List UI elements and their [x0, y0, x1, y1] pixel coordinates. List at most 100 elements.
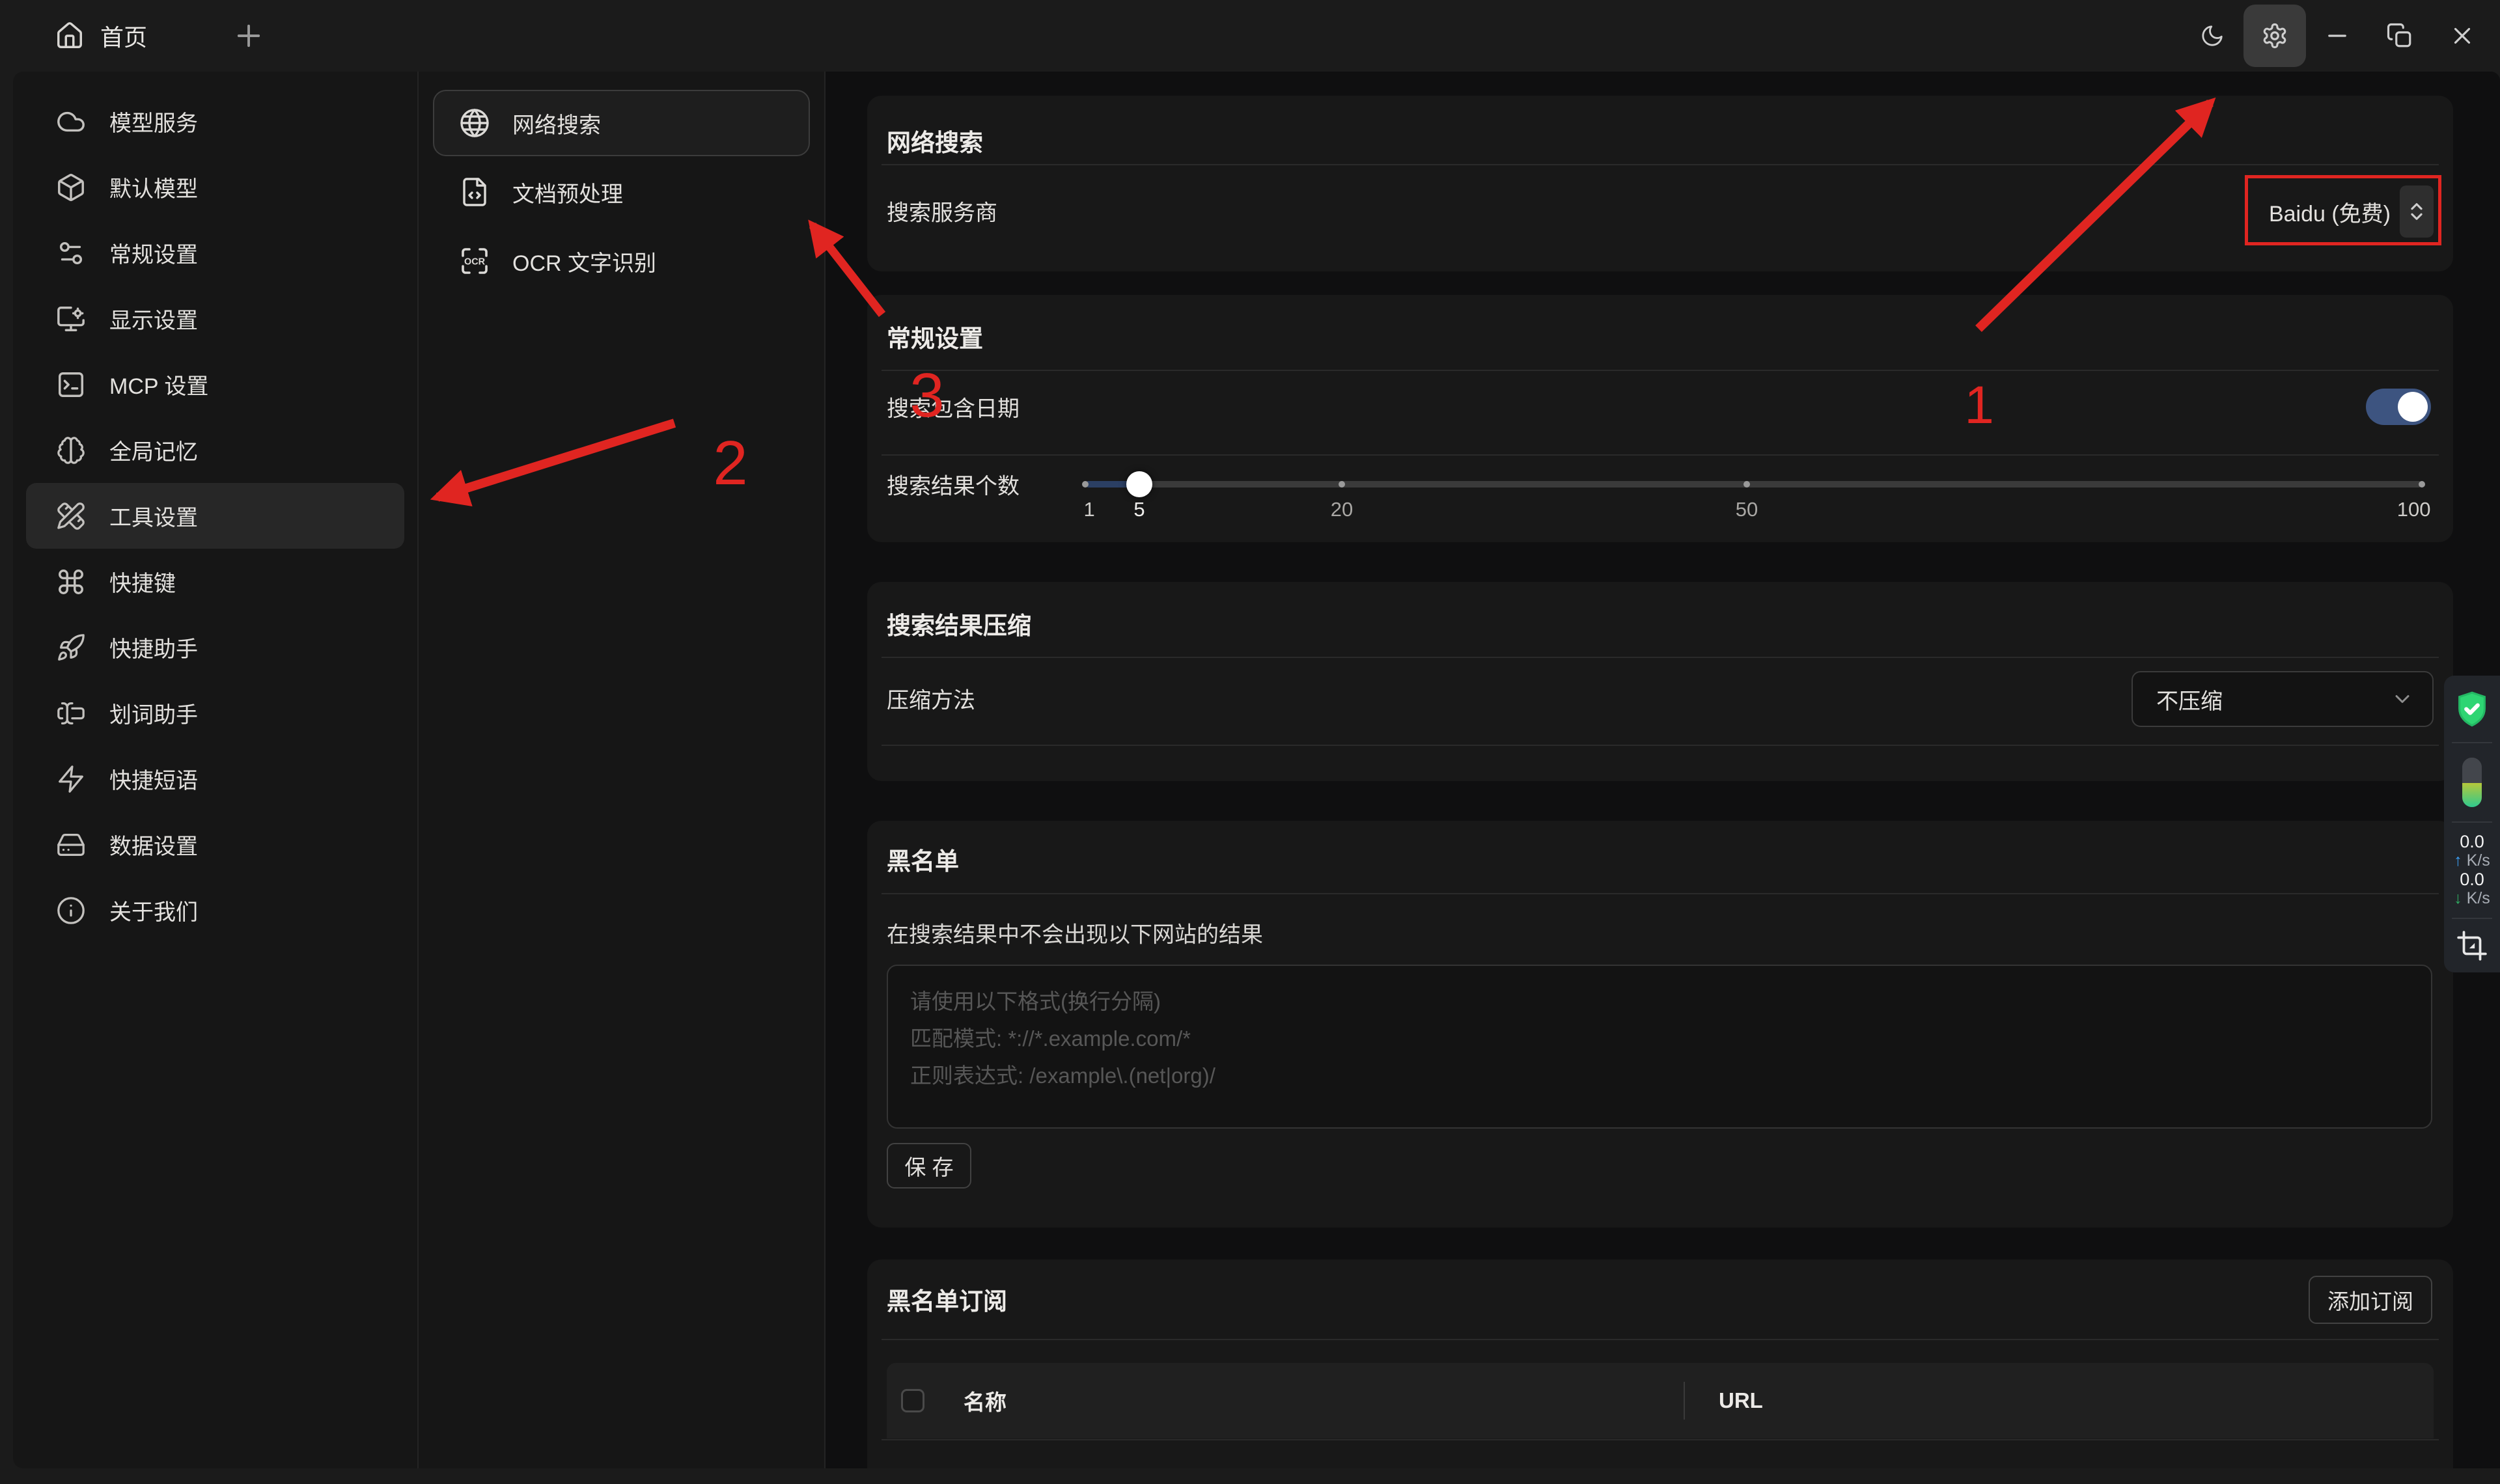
sidebar-item-general-settings[interactable]: 常规设置: [26, 220, 404, 286]
slider-mark: [1339, 481, 1345, 488]
subscription-table-header: 名称 URL: [887, 1363, 2434, 1438]
blacklist-description: 在搜索结果中不会出现以下网站的结果: [887, 917, 1263, 949]
moon-icon: [2200, 23, 2225, 48]
tab-home[interactable]: 首页: [55, 19, 147, 53]
toggle-knob: [2398, 392, 2428, 422]
sidebar-item-shortcuts[interactable]: 快捷键: [26, 549, 404, 614]
card-title: 网络搜索: [887, 123, 983, 158]
close-icon: [2449, 22, 2476, 49]
provider-label: 搜索服务商: [887, 195, 997, 227]
gear-icon: [2261, 22, 2288, 49]
add-subscription-button[interactable]: 添加订阅: [2309, 1276, 2432, 1324]
cloud-icon: [56, 107, 86, 137]
sliders-icon: [56, 238, 86, 268]
provider-select[interactable]: Baidu (免费): [2269, 184, 2434, 239]
card-title: 搜索结果压缩: [887, 606, 1031, 641]
sidebar-item-label: 默认模型: [109, 171, 198, 203]
upload-speed-value: 0.0: [2454, 832, 2490, 851]
gauge-level: [2462, 783, 2482, 806]
include-date-toggle[interactable]: [2366, 389, 2431, 425]
sidebar-item-label: 关于我们: [109, 894, 198, 926]
tools-icon: [56, 501, 86, 531]
card-title: 常规设置: [887, 319, 983, 354]
web-search-card: 网络搜索 搜索服务商 Baidu (免费): [867, 96, 2453, 271]
minimize-button[interactable]: [2306, 5, 2368, 67]
download-speed-unit: K/s: [2467, 889, 2490, 907]
subsidebar-item-web-search[interactable]: 网络搜索: [433, 90, 810, 156]
slider-thumb[interactable]: [1126, 471, 1152, 497]
save-button[interactable]: 保 存: [887, 1143, 971, 1189]
result-count-slider[interactable]: 1 5 20 50 100: [1085, 481, 2422, 488]
slider-mark: [1743, 481, 1750, 488]
slider-tick-label: 100: [2397, 498, 2431, 521]
blacklist-textarea[interactable]: [887, 965, 2432, 1129]
brain-icon: [56, 435, 86, 465]
settings-button[interactable]: [2243, 5, 2306, 67]
sidebar-item-default-models[interactable]: 默认模型: [26, 154, 404, 220]
card-title: 黑名单订阅: [887, 1282, 1007, 1317]
sidebar-item-data-settings[interactable]: 数据设置: [26, 812, 404, 877]
globe-icon: [459, 107, 490, 139]
divider: [882, 745, 2439, 746]
sidebar-item-label: 快捷短语: [109, 763, 198, 795]
divider: [882, 657, 2439, 658]
zap-icon: [56, 764, 86, 794]
sidebar-item-mcp-settings[interactable]: MCP 设置: [26, 351, 404, 417]
subsidebar-item-ocr[interactable]: OCROCR 文字识别: [433, 228, 810, 294]
general-settings-card: 常规设置 搜索包含日期 搜索结果个数 1 5 20 50 100: [867, 295, 2453, 542]
theme-toggle-button[interactable]: [2181, 5, 2243, 67]
sidebar-item-label: 快捷键: [109, 566, 176, 598]
gauge-empty: [2462, 758, 2482, 783]
sidebar-item-display-settings[interactable]: 显示设置: [26, 286, 404, 351]
monitor-gear-icon: [56, 304, 86, 334]
slider-tick-label: 20: [1331, 498, 1353, 521]
terminal-icon: [56, 370, 86, 400]
new-tab-button[interactable]: [232, 19, 266, 53]
close-button[interactable]: [2431, 5, 2493, 67]
tab-home-label: 首页: [100, 19, 147, 53]
restore-icon: [2386, 22, 2413, 49]
info-icon: [56, 896, 86, 926]
subsidebar-item-label: OCR 文字识别: [512, 245, 656, 277]
sidebar-item-quick-phrases[interactable]: 快捷短语: [26, 746, 404, 812]
select-all-checkbox[interactable]: [901, 1389, 924, 1412]
maximize-button[interactable]: [2368, 5, 2431, 67]
subsidebar-item-document-preprocess[interactable]: 文档预处理: [433, 159, 810, 225]
sidebar-item-quick-assistant[interactable]: 快捷助手: [26, 614, 404, 680]
column-separator: [1684, 1382, 1685, 1420]
screenshot-crop-icon[interactable]: [2456, 929, 2488, 962]
file-code-icon: [459, 176, 490, 208]
sidebar-item-selection-assistant[interactable]: 划词助手: [26, 680, 404, 746]
divider: [882, 370, 2439, 371]
minimize-icon: [2324, 22, 2351, 49]
sidebar-item-label: 模型服务: [109, 105, 198, 137]
slider-mark: [1082, 481, 1089, 488]
sidebar-item-about-us[interactable]: 关于我们: [26, 877, 404, 943]
chevron-down-icon: [2391, 687, 2414, 711]
compression-method-select[interactable]: 不压缩: [2132, 671, 2434, 727]
blacklist-subscription-card: 黑名单订阅 添加订阅 名称 URL: [867, 1259, 2453, 1468]
home-icon: [55, 21, 85, 51]
sidebar-item-model-services[interactable]: 模型服务: [26, 89, 404, 154]
command-icon: [56, 567, 86, 597]
network-speed[interactable]: 0.0 ↑ K/s 0.0 ↓ K/s: [2454, 823, 2490, 918]
widget-divider: [2452, 742, 2492, 743]
desktop-monitor-widget: 0.0 ↑ K/s 0.0 ↓ K/s: [2444, 676, 2500, 972]
text-cursor-icon: [56, 698, 86, 728]
result-count-label: 搜索结果个数: [887, 469, 1020, 501]
compression-method-value: 不压缩: [2156, 683, 2223, 715]
settings-sidebar: 模型服务 默认模型 常规设置 显示设置 MCP 设置 全局记忆 工具设置 快捷键…: [13, 72, 417, 1468]
slider-mark: [2419, 481, 2425, 488]
provider-select-value: Baidu (免费): [2269, 196, 2391, 228]
web-search-settings-panel: 网络搜索 搜索服务商 Baidu (免费) 常规设置 搜索包含日期 搜索结果个数: [824, 72, 2500, 1468]
tool-settings-subsidebar: 网络搜索 文档预处理 OCROCR 文字识别: [417, 72, 824, 1468]
subsidebar-item-label: 文档预处理: [512, 176, 623, 208]
sidebar-item-tool-settings[interactable]: 工具设置: [26, 483, 404, 549]
upload-speed-unit: K/s: [2467, 851, 2490, 870]
sidebar-item-global-memory[interactable]: 全局记忆: [26, 417, 404, 483]
sidebar-item-label: 工具设置: [109, 500, 198, 532]
sidebar-item-label: 快捷助手: [109, 631, 198, 663]
resource-gauge[interactable]: [2462, 758, 2482, 807]
compression-card: 搜索结果压缩 压缩方法 不压缩: [867, 582, 2453, 781]
column-name: 名称: [964, 1385, 1007, 1416]
